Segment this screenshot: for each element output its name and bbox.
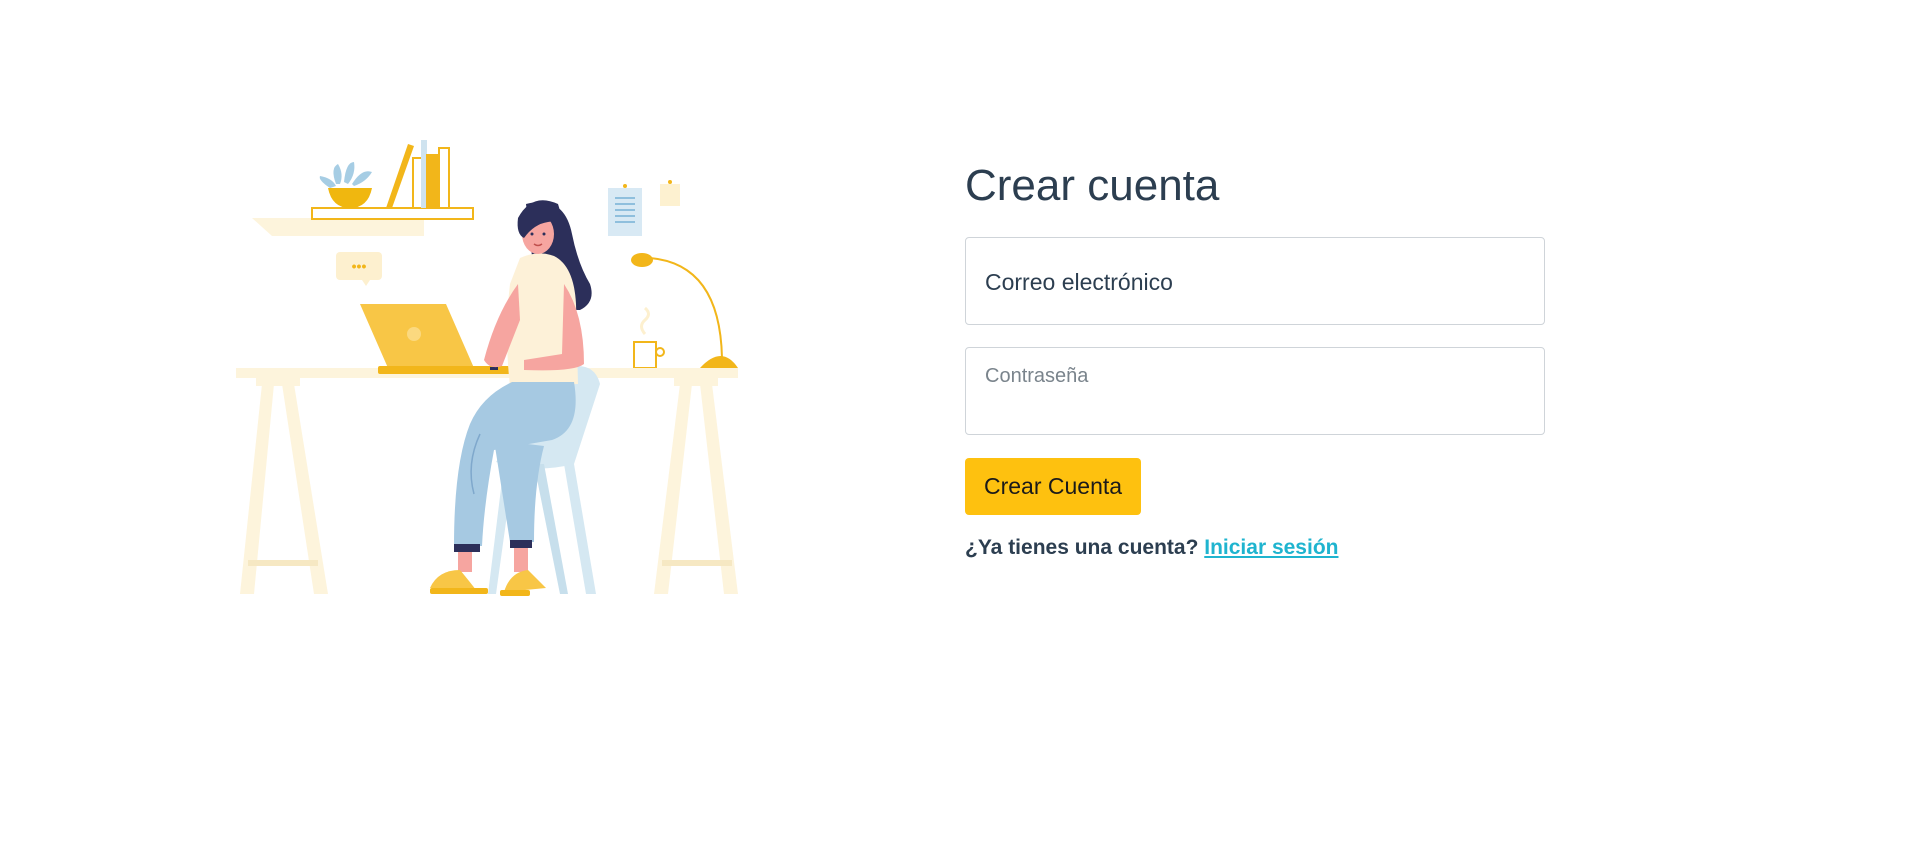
chat-bubble-dots: ••• xyxy=(352,258,367,274)
books xyxy=(386,140,450,209)
login-prompt-line: ¿Ya tienes una cuenta? Iniciar sesión xyxy=(965,536,1545,560)
password-input[interactable] xyxy=(966,348,1544,434)
page-title: Crear cuenta xyxy=(965,161,1220,210)
email-field[interactable]: Correo electrónico xyxy=(965,237,1545,325)
email-input[interactable] xyxy=(966,238,1544,324)
login-prompt-text: ¿Ya tienes una cuenta? xyxy=(965,536,1199,559)
woman xyxy=(430,200,592,596)
illustration-woman-at-desk: ••• xyxy=(234,134,740,602)
signup-form: Crear cuenta Correo electrónico Contrase… xyxy=(965,160,1545,560)
illustration-svg: ••• xyxy=(236,140,738,596)
login-link[interactable]: Iniciar sesión xyxy=(1204,536,1338,559)
coffee-cup xyxy=(633,306,665,369)
wall-shelf xyxy=(252,207,474,236)
signup-page: ••• Crear cuenta Correo electrónico Cont… xyxy=(0,0,1920,850)
wall-notes xyxy=(608,180,680,236)
password-field[interactable]: Contraseña xyxy=(965,347,1545,435)
plant-bowl xyxy=(319,162,372,208)
chat-bubble: ••• xyxy=(336,252,382,286)
create-account-button[interactable]: Crear Cuenta xyxy=(965,458,1142,515)
